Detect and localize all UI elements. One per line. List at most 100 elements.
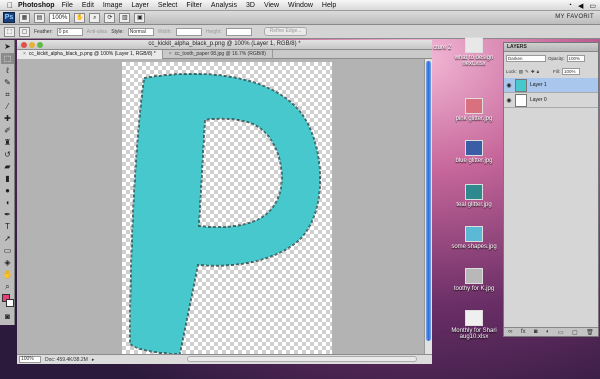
height-input[interactable] bbox=[225, 27, 252, 36]
tool-options-bar: ⬚ ▢ Feather: 0 px Anti-alias Style: Norm… bbox=[0, 25, 600, 39]
brush-tool-icon[interactable]: ✐ bbox=[1, 125, 14, 136]
desktop-icon-what-to-design[interactable]: what to design next.xlsx bbox=[444, 37, 504, 67]
vertical-scrollbar[interactable] bbox=[424, 59, 432, 354]
3d-rotate-tool-icon[interactable]: ◈ bbox=[1, 257, 14, 268]
status-menu-arrow-icon[interactable]: ▸ bbox=[92, 357, 95, 363]
clone-stamp-tool-icon[interactable]: ♜ bbox=[1, 137, 14, 148]
lock-pixels-icon[interactable]: ✎ bbox=[525, 69, 529, 75]
bridge-icon[interactable]: ▦ bbox=[19, 12, 30, 23]
hand-tool-icon[interactable]: ✋ bbox=[1, 269, 14, 280]
rectangular-marquee-tool-icon[interactable]: ⬚ bbox=[1, 53, 14, 64]
menu-select[interactable]: Select bbox=[158, 2, 177, 9]
menu-filter[interactable]: Filter bbox=[186, 2, 202, 9]
new-layer-icon[interactable]: ▢ bbox=[572, 329, 578, 336]
zoom-tool-icon[interactable]: ⌕ bbox=[1, 281, 14, 292]
layer-style-icon[interactable]: fx bbox=[521, 329, 526, 335]
link-layers-icon[interactable]: ∞ bbox=[508, 329, 512, 335]
pen-tool-icon[interactable]: ✒ bbox=[1, 209, 14, 220]
gradient-tool-icon[interactable]: ▮ bbox=[1, 173, 14, 184]
width-input[interactable] bbox=[175, 27, 202, 36]
layer-name[interactable]: Layer 0 bbox=[530, 97, 547, 103]
tab-alpha-p[interactable]: × cc_kickit_alpha_black_p.png @ 100% (Lay… bbox=[17, 50, 163, 59]
type-tool-icon[interactable]: T bbox=[1, 221, 14, 232]
layers-panel-title[interactable]: LAYERS bbox=[504, 43, 598, 52]
desktop-icon-some-shapes[interactable]: some shapes.jpg bbox=[444, 226, 504, 250]
layer-thumbnail bbox=[515, 78, 527, 92]
layer-row-layer-0[interactable]: ◉ Layer 0 bbox=[504, 93, 598, 108]
menu-image[interactable]: Image bbox=[103, 2, 122, 9]
crop-tool-icon[interactable]: ⌗ bbox=[1, 89, 14, 100]
tab-tooth-paper[interactable]: × cc_tooth_paper 08.jpg @ 16.7% (RGB/8) bbox=[163, 50, 273, 59]
healing-brush-tool-icon[interactable]: ✚ bbox=[1, 113, 14, 124]
refine-edge-button[interactable]: Refine Edge... bbox=[263, 27, 308, 36]
fill-input[interactable]: 100% bbox=[562, 68, 580, 75]
menu-window[interactable]: Window bbox=[288, 2, 313, 9]
letter-p-artwork[interactable] bbox=[122, 62, 332, 354]
blur-tool-icon[interactable]: ● bbox=[1, 185, 14, 196]
workspace-switcher[interactable]: MY FAVORIT bbox=[555, 14, 594, 20]
layer-name[interactable]: Layer 1 bbox=[530, 82, 547, 88]
opacity-input[interactable]: 100% bbox=[566, 55, 585, 62]
canvas-area[interactable] bbox=[17, 59, 424, 354]
rotate-view-icon[interactable]: ⟳ bbox=[104, 12, 116, 23]
zoom-level-select[interactable]: 100% bbox=[49, 12, 71, 23]
app-menu[interactable]: Photoshop bbox=[18, 2, 55, 9]
new-group-icon[interactable]: ▭ bbox=[558, 329, 564, 336]
menu-analysis[interactable]: Analysis bbox=[211, 2, 237, 9]
lock-position-icon[interactable]: ✚ bbox=[531, 69, 535, 75]
feather-label: Feather: bbox=[34, 28, 53, 35]
move-tool-icon[interactable]: ➤ bbox=[1, 41, 14, 52]
menu-edit[interactable]: Edit bbox=[82, 2, 94, 9]
marquee-tool-preset-icon[interactable]: ⬚ bbox=[4, 26, 15, 37]
quick-selection-tool-icon[interactable]: ✎ bbox=[1, 77, 14, 88]
mini-bridge-icon[interactable]: ▤ bbox=[34, 12, 45, 23]
visibility-eye-icon[interactable]: ◉ bbox=[506, 97, 512, 104]
desktop-icon-monthly-shari[interactable]: Monthly for Shari aug10.xlsx bbox=[444, 310, 504, 340]
feather-input[interactable]: 0 px bbox=[56, 27, 83, 36]
delete-layer-icon[interactable]: 🗑︎ bbox=[586, 329, 594, 336]
dodge-tool-icon[interactable]: ◖ bbox=[1, 197, 14, 208]
quick-mask-icon[interactable]: ◙ bbox=[1, 311, 14, 322]
layer-mask-icon[interactable]: ◙ bbox=[534, 329, 538, 335]
visibility-eye-icon[interactable]: ◉ bbox=[506, 82, 512, 89]
new-selection-icon[interactable]: ▢ bbox=[19, 26, 30, 37]
menu-view[interactable]: View bbox=[264, 2, 279, 9]
menu-3d[interactable]: 3D bbox=[246, 2, 255, 9]
shape-tool-icon[interactable]: ▭ bbox=[1, 245, 14, 256]
zoom-field[interactable]: 100% bbox=[19, 356, 41, 363]
history-brush-tool-icon[interactable]: ↺ bbox=[1, 149, 14, 160]
menu-file[interactable]: File bbox=[62, 2, 73, 9]
menu-help[interactable]: Help bbox=[322, 2, 336, 9]
close-tab-icon[interactable]: × bbox=[169, 51, 172, 57]
background-color-swatch[interactable] bbox=[6, 299, 14, 307]
zoom-tool-icon[interactable]: ⌕ bbox=[89, 12, 101, 23]
antialias-checkbox[interactable]: Anti-alias bbox=[87, 29, 108, 35]
scrollbar-thumb[interactable] bbox=[426, 61, 431, 341]
horizontal-scrollbar[interactable] bbox=[187, 356, 417, 362]
layer-row-layer-1[interactable]: ◉ Layer 1 bbox=[504, 78, 598, 93]
lock-transparency-icon[interactable]: ▧ bbox=[519, 69, 523, 75]
menu-layer[interactable]: Layer bbox=[131, 2, 149, 9]
arrange-documents-icon[interactable]: ▥ bbox=[119, 12, 131, 23]
desktop-icon-pink-glitter[interactable]: pink glitter.jpg bbox=[444, 98, 504, 122]
wifi-icon[interactable]: ◔ bbox=[568, 2, 572, 9]
adjustment-layer-icon[interactable]: ◐ bbox=[546, 329, 550, 335]
eraser-tool-icon[interactable]: ▰ bbox=[1, 161, 14, 172]
desktop-icon-toothy[interactable]: toothy for K.jpg bbox=[444, 268, 504, 292]
document-canvas[interactable] bbox=[122, 62, 332, 354]
volume-icon[interactable]: ◀ bbox=[578, 2, 583, 10]
lasso-tool-icon[interactable]: ℓ bbox=[1, 65, 14, 76]
style-select[interactable]: Normal bbox=[127, 27, 154, 36]
hand-tool-icon[interactable]: ✋ bbox=[74, 12, 86, 23]
spreadsheet-file-icon bbox=[465, 310, 483, 326]
desktop-icon-blue-glitter[interactable]: blue glitter.jpg bbox=[444, 140, 504, 164]
apple-icon[interactable]:  bbox=[4, 1, 16, 10]
screen-mode-icon[interactable]: ▣ bbox=[134, 12, 146, 23]
desktop-icon-teal-glitter[interactable]: teal glitter.jpg bbox=[444, 184, 504, 208]
blend-mode-select[interactable]: Darken bbox=[506, 55, 546, 62]
eyedropper-tool-icon[interactable]: ⁄ bbox=[1, 101, 14, 112]
lock-all-icon[interactable]: 🔒︎ bbox=[537, 69, 539, 74]
battery-icon[interactable]: ▭ bbox=[589, 2, 596, 10]
close-tab-icon[interactable]: × bbox=[23, 51, 26, 57]
path-selection-tool-icon[interactable]: ➚ bbox=[1, 233, 14, 244]
